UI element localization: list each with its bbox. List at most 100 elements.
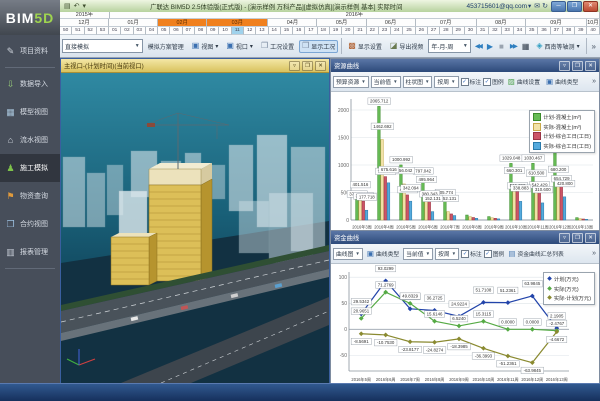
- curve-type-button[interactable]: ▣曲线类型: [544, 76, 580, 87]
- timeline-week-cell[interactable]: 25: [403, 27, 415, 35]
- sidebar-item-material-query[interactable]: ⚑物资查询: [0, 182, 60, 210]
- timeline-month-cell[interactable]: 06月: [367, 19, 416, 27]
- refresh-icon[interactable]: ↻: [542, 2, 548, 10]
- pin-icon[interactable]: ▿: [289, 61, 300, 71]
- timeline-month-cell[interactable]: 12月: [60, 19, 109, 27]
- timeline-week-cell[interactable]: 53: [97, 27, 109, 35]
- timeline-week-cell[interactable]: 07: [183, 27, 195, 35]
- timeline-week-cell[interactable]: 10: [219, 27, 231, 35]
- resource-source-select[interactable]: 预算资源▼: [333, 76, 369, 88]
- timeline-week-cell[interactable]: 29: [453, 27, 465, 35]
- curve-settings-button[interactable]: ▨曲线设置: [506, 76, 542, 87]
- pin-icon[interactable]: ▿: [559, 233, 570, 243]
- timeline-week-cell[interactable]: 39: [575, 27, 587, 35]
- timeline-year-cell[interactable]: 2015年: [60, 12, 110, 19]
- 3d-scene[interactable]: [61, 73, 329, 383]
- view-direction-select[interactable]: ◈西南等轴测▾: [533, 40, 582, 53]
- mail-icon[interactable]: ✉: [534, 2, 540, 10]
- minimize-button[interactable]: ─: [551, 1, 566, 12]
- period-select[interactable]: 按周▼: [434, 76, 458, 88]
- stop-button[interactable]: ■: [497, 41, 506, 52]
- condition-settings[interactable]: ❒工况设置: [258, 40, 297, 53]
- chart-style-select[interactable]: 柱状图▼: [403, 76, 433, 88]
- annotation-checkbox[interactable]: ✓标注: [461, 77, 482, 86]
- legend-checkbox[interactable]: ✓图例: [484, 249, 505, 258]
- timeline-week-cell[interactable]: 08: [195, 27, 207, 35]
- sidebar-item-project-info[interactable]: ✎项目资料: [0, 37, 60, 65]
- value-mode-select[interactable]: 当前值▼: [403, 248, 433, 260]
- simulation-plan-manage[interactable]: 模拟方案管理: [145, 40, 187, 53]
- account-menu[interactable]: 453715601@qq.com▾: [467, 2, 532, 10]
- timeline-month-cell[interactable]: 07月: [416, 19, 477, 27]
- sidebar-item-data-import[interactable]: ⇩数据导入: [0, 70, 60, 98]
- timeline-week-cell[interactable]: 05: [158, 27, 170, 35]
- timeline-week-cell[interactable]: 04: [146, 27, 158, 35]
- play-button[interactable]: ▶: [485, 41, 495, 52]
- sidebar-item-contract-view[interactable]: ❒合约视图: [0, 210, 60, 238]
- timeline-week-cell[interactable]: 03: [134, 27, 146, 35]
- close-icon[interactable]: ✕: [585, 233, 596, 243]
- timeline-week-cell[interactable]: 02: [121, 27, 133, 35]
- value-mode-select[interactable]: 当前值▼: [371, 76, 401, 88]
- view-menu[interactable]: ▣视图▾: [189, 40, 222, 53]
- export-video[interactable]: ◪导出视频: [387, 40, 427, 53]
- rewind-button[interactable]: ◀◀: [473, 41, 483, 52]
- restore-icon[interactable]: ❐: [572, 233, 583, 243]
- timescale-select[interactable]: 年-月-周▼: [428, 39, 470, 53]
- timeline-week-cell[interactable]: 31: [477, 27, 489, 35]
- timeline-week-cell[interactable]: 50: [60, 27, 72, 35]
- timeline-week-cell[interactable]: 14: [269, 27, 281, 35]
- timeline-week-cell[interactable]: 18: [318, 27, 330, 35]
- sidebar-item-flow-view[interactable]: ⌂流水视图: [0, 126, 60, 154]
- annotation-checkbox[interactable]: ✓标注: [461, 249, 482, 258]
- timeline-month-cell[interactable]: 05月: [317, 19, 366, 27]
- timeline-week-cell[interactable]: 20: [342, 27, 354, 35]
- gantt-view-button[interactable]: ▦: [520, 41, 532, 52]
- close-icon[interactable]: ✕: [315, 61, 326, 71]
- timeline-month-cell[interactable]: 10月: [587, 19, 600, 27]
- chart-style-select[interactable]: 曲线图▼: [333, 248, 363, 260]
- timeline-week-cell[interactable]: 19: [330, 27, 342, 35]
- show-condition[interactable]: ❒显示工况: [299, 40, 338, 53]
- timeline-month-cell[interactable]: 04月: [268, 19, 317, 27]
- close-button[interactable]: ✕: [583, 1, 598, 12]
- timeline-week-cell[interactable]: 32: [489, 27, 501, 35]
- restore-icon[interactable]: ❐: [302, 61, 313, 71]
- timeline-week-cell[interactable]: 09: [207, 27, 219, 35]
- timeline-week-cell[interactable]: 06: [170, 27, 182, 35]
- timeline-week-cell[interactable]: 15: [281, 27, 293, 35]
- restore-button[interactable]: ❐: [567, 1, 582, 12]
- timeline-week-cell[interactable]: 13: [256, 27, 268, 35]
- panel-more-button[interactable]: »: [592, 78, 597, 85]
- sidebar-item-report-manage[interactable]: ▥报表管理: [0, 238, 60, 266]
- sidebar-item-construction-simulation[interactable]: ♟施工模拟: [0, 154, 60, 182]
- simulation-mode-select[interactable]: 直接模拟▼: [62, 39, 143, 53]
- timeline-week-cell[interactable]: 12: [244, 27, 256, 35]
- legend-checkbox[interactable]: ✓图例: [483, 77, 504, 86]
- pin-icon[interactable]: ▿: [559, 61, 570, 71]
- timeline-week-cell[interactable]: 23: [379, 27, 391, 35]
- timeline-week-cell[interactable]: 38: [563, 27, 575, 35]
- curve-type-button[interactable]: ▣曲线类型: [365, 248, 401, 259]
- display-settings[interactable]: ▩显示设置: [345, 40, 385, 53]
- timeline-week-cell[interactable]: 01: [109, 27, 121, 35]
- period-select[interactable]: 按周▼: [435, 248, 459, 260]
- timeline-week-cell[interactable]: 40: [587, 27, 599, 35]
- sidebar-item-model-view[interactable]: ▦模型视图: [0, 98, 60, 126]
- timeline-week-cell[interactable]: 52: [85, 27, 97, 35]
- timeline-week-cell[interactable]: 28: [440, 27, 452, 35]
- toolbar-more-button[interactable]: »: [590, 41, 598, 52]
- timeline-week-cell[interactable]: 16: [293, 27, 305, 35]
- panel-more-button[interactable]: »: [592, 250, 597, 257]
- timeline-week-cell[interactable]: 27: [428, 27, 440, 35]
- timeline-week-cell[interactable]: 30: [465, 27, 477, 35]
- timeline-month-cell[interactable]: 03月: [207, 19, 268, 27]
- timeline-year-cell[interactable]: 2016年: [110, 12, 600, 19]
- timeline-week-cell[interactable]: 35: [526, 27, 538, 35]
- timeline-week-cell[interactable]: 33: [502, 27, 514, 35]
- undo-icon[interactable]: ↶: [74, 2, 80, 10]
- fund-summary-list-button[interactable]: ▤资金曲线汇总列表: [506, 248, 565, 259]
- timeline-week-cell[interactable]: 34: [514, 27, 526, 35]
- timeline-week-cell[interactable]: 24: [391, 27, 403, 35]
- viewport-menu[interactable]: ▣视口▾: [223, 40, 256, 53]
